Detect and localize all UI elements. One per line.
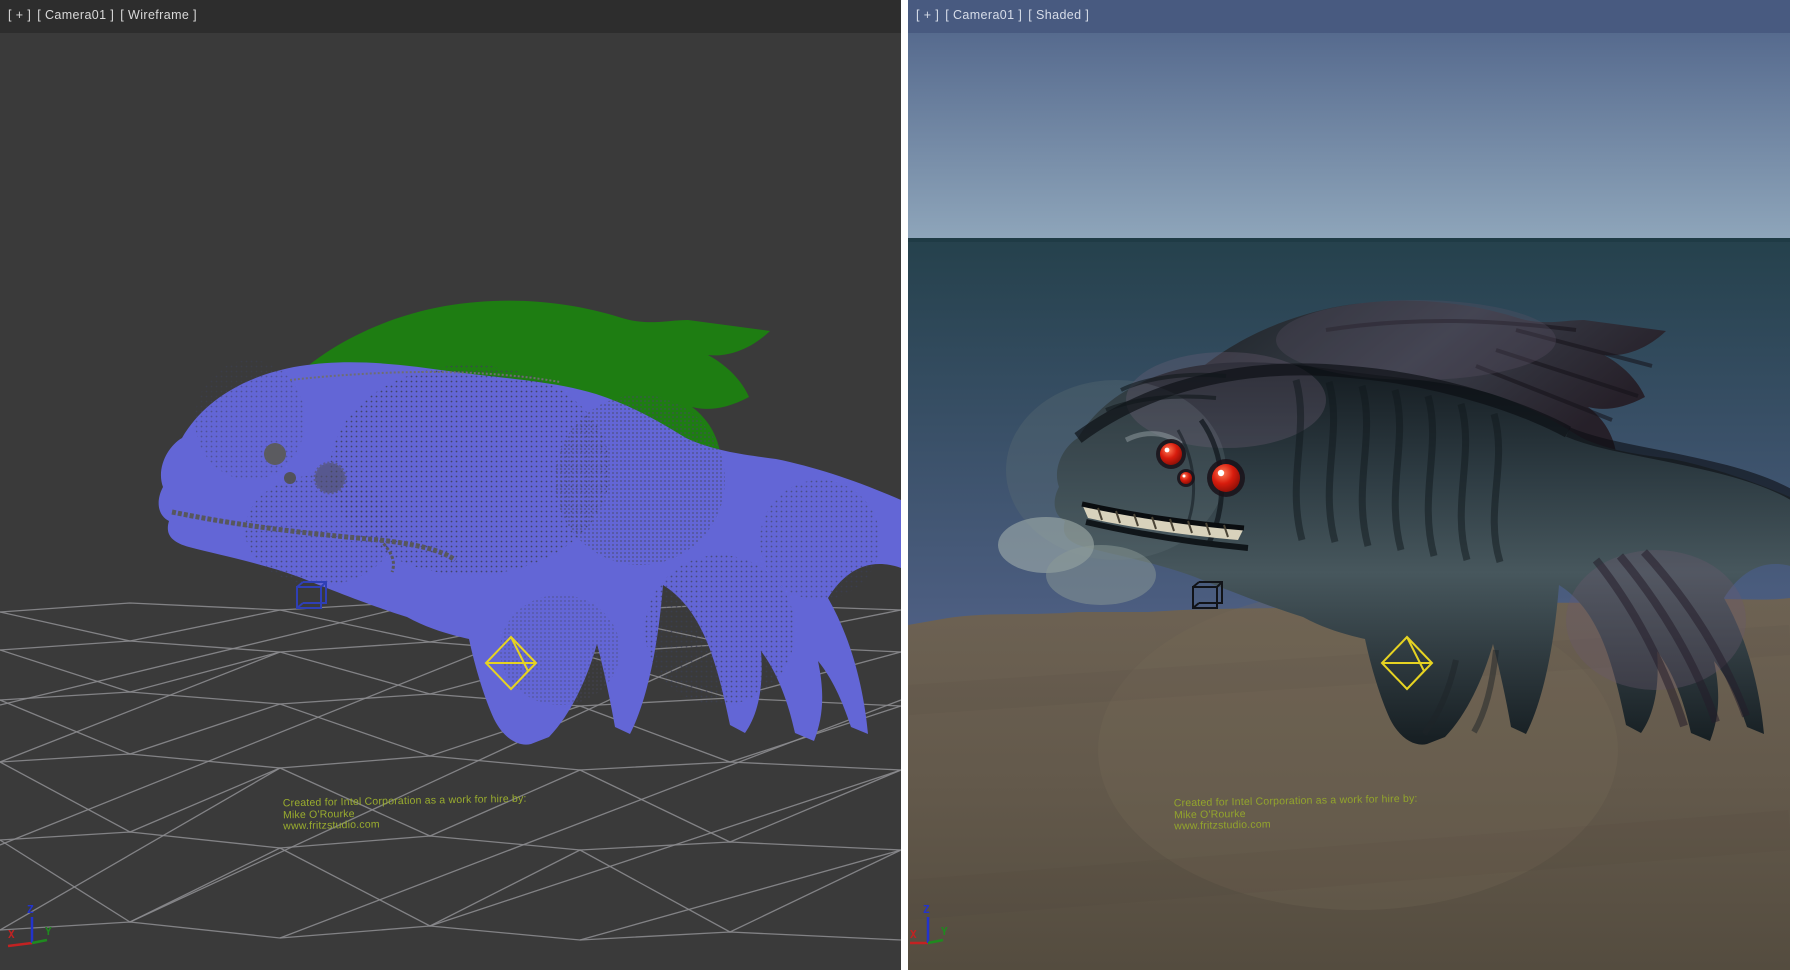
axis-z-label: Z <box>923 903 930 916</box>
viewport-shaded[interactable]: X Z Y [ + ] [ Camera01 ] [ Shaded ] Crea… <box>908 0 1790 970</box>
horizon-line <box>908 238 1790 242</box>
watermark-text: Created for Intel Corporation as a work … <box>1174 794 1418 833</box>
fish-eye-large <box>315 463 345 493</box>
dual-viewport-stage: X Z Y [ + ] [ Camera01 ] [ Wireframe ] C… <box>0 0 1800 978</box>
viewport-label-left: [ + ] [ Camera01 ] [ Wireframe ] <box>8 8 197 22</box>
viewport-camera-button[interactable]: [ Camera01 ] <box>37 8 114 22</box>
axis-x-label: X <box>910 928 917 941</box>
fish-eye-small <box>1160 443 1182 465</box>
viewport-shading-button[interactable]: [ Shaded ] <box>1028 8 1089 22</box>
fish-eye-tiny <box>1180 472 1192 484</box>
fish-eye-large <box>1212 464 1240 492</box>
viewport-menu-button[interactable]: [ + ] <box>916 8 939 22</box>
watermark-text: Created for Intel Corporation as a work … <box>283 794 527 833</box>
fish-eye-small <box>264 443 286 465</box>
viewport-menu-button[interactable]: [ + ] <box>8 8 31 22</box>
viewport-label-right: [ + ] [ Camera01 ] [ Shaded ] <box>916 8 1089 22</box>
axis-x-label: X <box>8 928 15 941</box>
viewport-wireframe[interactable]: X Z Y [ + ] [ Camera01 ] [ Wireframe ] C… <box>0 0 901 970</box>
sky-upper <box>908 0 1790 238</box>
viewport-shading-button[interactable]: [ Wireframe ] <box>120 8 197 22</box>
axis-y-label: Y <box>45 925 52 938</box>
viewport-camera-button[interactable]: [ Camera01 ] <box>945 8 1022 22</box>
axis-z-label: Z <box>27 903 34 916</box>
axis-y-label: Y <box>941 925 948 938</box>
fish-eye-tiny <box>284 472 296 484</box>
